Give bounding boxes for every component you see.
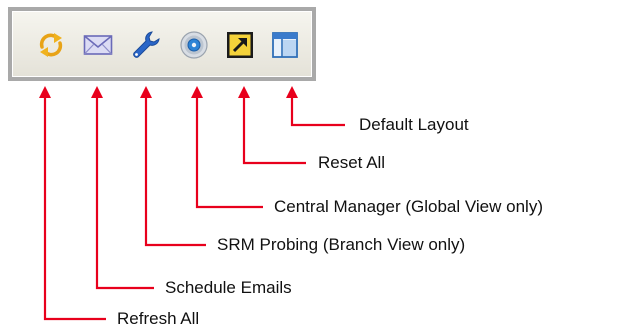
callout-label-refresh-all: Refresh All	[117, 309, 200, 328]
callout-label-schedule-emails: Schedule Emails	[165, 278, 292, 297]
arrowhead-schedule-emails	[91, 86, 103, 98]
arrowhead-refresh-all	[39, 86, 51, 98]
callout-label-srm-probing: SRM Probing (Branch View only)	[217, 235, 466, 254]
arrowhead-srm-probing	[140, 86, 152, 98]
callout-label-reset-all: Reset All	[318, 153, 386, 172]
arrowhead-central-manager	[191, 86, 203, 98]
arrowhead-reset-all	[238, 86, 250, 98]
callout-label-default-layout: Default Layout	[359, 115, 469, 134]
callout-line-default-layout	[290, 89, 345, 127]
callout-label-central-manager: Central Manager (Global View only)	[274, 197, 543, 216]
arrowhead-default-layout	[286, 86, 298, 98]
callout-line-central-manager	[195, 89, 263, 209]
callout-lines	[39, 86, 345, 321]
